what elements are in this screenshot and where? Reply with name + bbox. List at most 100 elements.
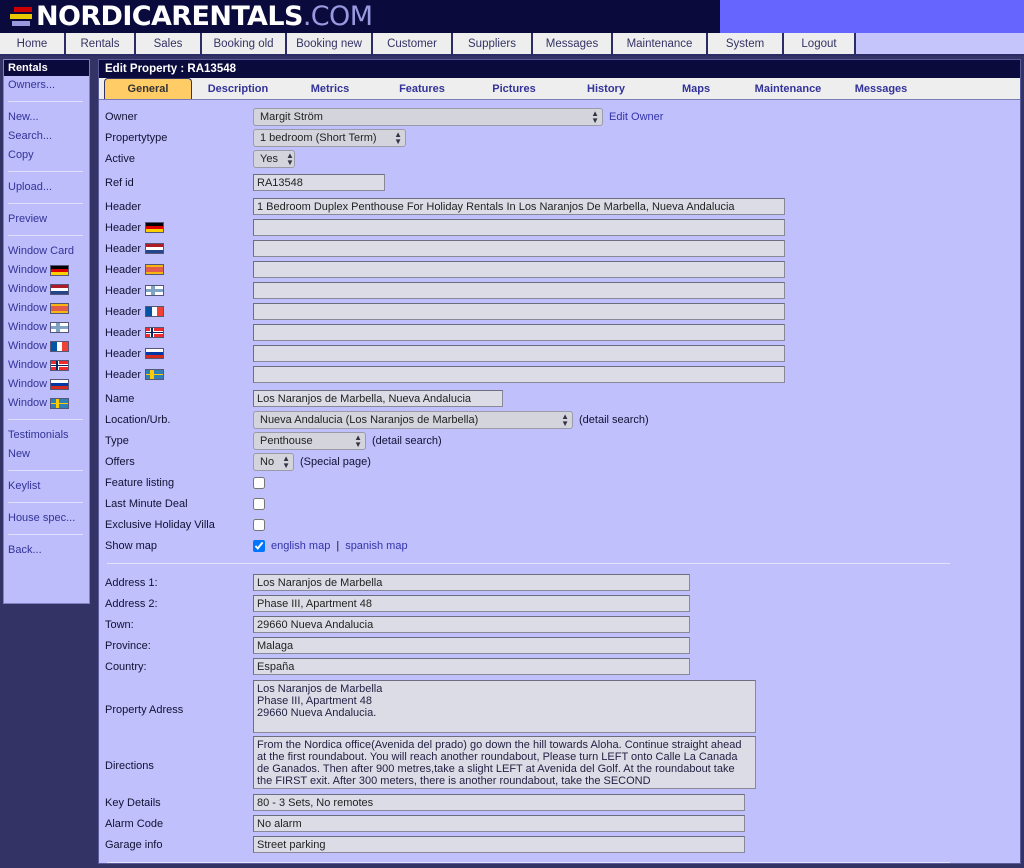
sidebar-item-window-russian[interactable]: Window [4,375,89,394]
province-input[interactable] [253,637,690,654]
tab-general[interactable]: General [104,78,192,99]
key-details-label: Key Details [105,796,161,809]
sidebar-item-new[interactable]: New... [4,108,89,127]
flag-norway-icon [50,360,70,371]
header-input-default[interactable] [253,198,785,215]
nav-item-rentals[interactable]: Rentals [66,33,136,54]
header-input-swedish[interactable] [253,366,785,383]
offers-select[interactable]: No ▲ ▼ [253,452,294,471]
owner-select[interactable]: Margit Ström ▲ ▼ [253,107,603,126]
sidebar-divider [8,534,83,535]
form-row-header-default: Header [99,196,1020,217]
last-minute-deal-checkbox[interactable] [253,497,265,510]
sidebar-item-label: Window [8,397,48,409]
sidebar-item-window-spanish[interactable]: Window [4,299,89,318]
active-select-value: Yes [260,152,278,165]
location-select[interactable]: Nueva Andalucia (Los Naranjos de Marbell… [253,410,573,429]
flag-france-icon [50,341,70,352]
sidebar-item-window-swedish[interactable]: Window [4,394,89,413]
sidebar-item-back[interactable]: Back... [4,541,89,560]
alarm-code-input[interactable] [253,815,745,832]
header-label-french: Header [105,306,253,318]
town-input[interactable] [253,616,690,633]
logo-text-main: NORDICARENTALS [36,1,303,32]
show-map-checkbox[interactable] [253,539,265,552]
english-map-link[interactable]: english map [271,540,330,552]
sidebar-item-label: Window [8,302,48,314]
header-input-russian[interactable] [253,345,785,362]
directions-label: Directions [105,760,154,772]
active-select[interactable]: Yes ▲ ▼ [253,149,295,168]
sidebar-item-search[interactable]: Search... [4,127,89,146]
feature-listing-checkbox[interactable] [253,476,265,489]
sidebar-item-owners[interactable]: Owners... [4,76,89,95]
tab-description[interactable]: Description [192,78,284,99]
header-input-spanish[interactable] [253,261,785,278]
key-details-input[interactable] [253,794,745,811]
chevron-updown-icon: ▲ ▼ [285,150,294,167]
sidebar-item-upload[interactable]: Upload... [4,178,89,197]
header-label-swedish: Header [105,369,253,381]
nav-item-booking-new[interactable]: Booking new [287,33,373,54]
sidebar-item-testimonials[interactable]: Testimonials [4,426,89,445]
tab-pictures[interactable]: Pictures [468,78,560,99]
sidebar-item-window-norwegian[interactable]: Window [4,356,89,375]
sidebar-item-window-french[interactable]: Window [4,337,89,356]
type-select[interactable]: Penthouse ▲ ▼ [253,431,366,450]
flag-finland-icon [145,285,165,296]
site-logo[interactable]: NORDICARENTALS.COM [36,0,373,33]
propertytype-select[interactable]: 1 bedroom (Short Term) ▲ ▼ [253,128,406,147]
sidebar-item-preview[interactable]: Preview [4,210,89,229]
sidebar-divider [8,171,83,172]
tab-features[interactable]: Features [376,78,468,99]
garage-info-input[interactable] [253,836,745,853]
tab-history[interactable]: History [560,78,652,99]
directions-textarea[interactable]: From the Nordica office(Avenida del prad… [253,736,756,789]
address1-input[interactable] [253,574,690,591]
exclusive-holiday-villa-checkbox[interactable] [253,518,265,531]
form-row-province: Province: [99,635,1020,656]
sidebar-item-window-card[interactable]: Window Card [4,242,89,261]
nav-item-messages[interactable]: Messages [533,33,613,54]
nav-item-suppliers[interactable]: Suppliers [453,33,533,54]
header-input-french[interactable] [253,303,785,320]
sidebar-item-window-german[interactable]: Window [4,261,89,280]
address1-label: Address 1: [105,576,158,589]
sidebar-item-window-finnish[interactable]: Window [4,318,89,337]
nav-item-system[interactable]: System [708,33,784,54]
sidebar-item-keylist[interactable]: Keylist [4,477,89,496]
nav-item-maintenance[interactable]: Maintenance [613,33,708,54]
sidebar-item-new-testimonial[interactable]: New [4,445,89,464]
header-input-dutch[interactable] [253,240,785,257]
refid-input[interactable] [253,174,385,191]
tab-maps[interactable]: Maps [652,78,740,99]
main-container: Edit Property : RA13548 General Descript… [92,56,1024,867]
name-label: Name [105,392,135,405]
header-label-text: Header [105,221,142,234]
property-address-textarea[interactable]: Los Naranjos de Marbella Phase III, Apar… [253,680,756,733]
header-input-norwegian[interactable] [253,324,785,341]
tab-maintenance[interactable]: Maintenance [740,78,836,99]
nav-item-logout[interactable]: Logout [784,33,856,54]
edit-owner-link[interactable]: Edit Owner [609,111,663,123]
name-input[interactable] [253,390,503,407]
nav-item-booking-old[interactable]: Booking old [202,33,287,54]
nav-item-sales[interactable]: Sales [136,33,202,54]
address2-input[interactable] [253,595,690,612]
tab-messages[interactable]: Messages [836,78,926,99]
header-input-finnish[interactable] [253,282,785,299]
nav-item-home[interactable]: Home [0,33,66,54]
spanish-map-link[interactable]: spanish map [345,540,407,552]
form-row-header-swedish: Header [99,364,1020,385]
sidebar-item-house-spec[interactable]: House spec... [4,509,89,528]
nav-item-customer[interactable]: Customer [373,33,453,54]
sidebar-item-window-dutch[interactable]: Window [4,280,89,299]
alarm-code-label: Alarm Code [105,817,164,830]
sidebar-item-label: Window [8,359,48,371]
header-input-german[interactable] [253,219,785,236]
sidebar-item-copy[interactable]: Copy [4,146,89,165]
form-row-garage-info: Garage info [99,834,1020,855]
sidebar-item-label: Testimonials [8,429,69,441]
country-input[interactable] [253,658,690,675]
tab-metrics[interactable]: Metrics [284,78,376,99]
